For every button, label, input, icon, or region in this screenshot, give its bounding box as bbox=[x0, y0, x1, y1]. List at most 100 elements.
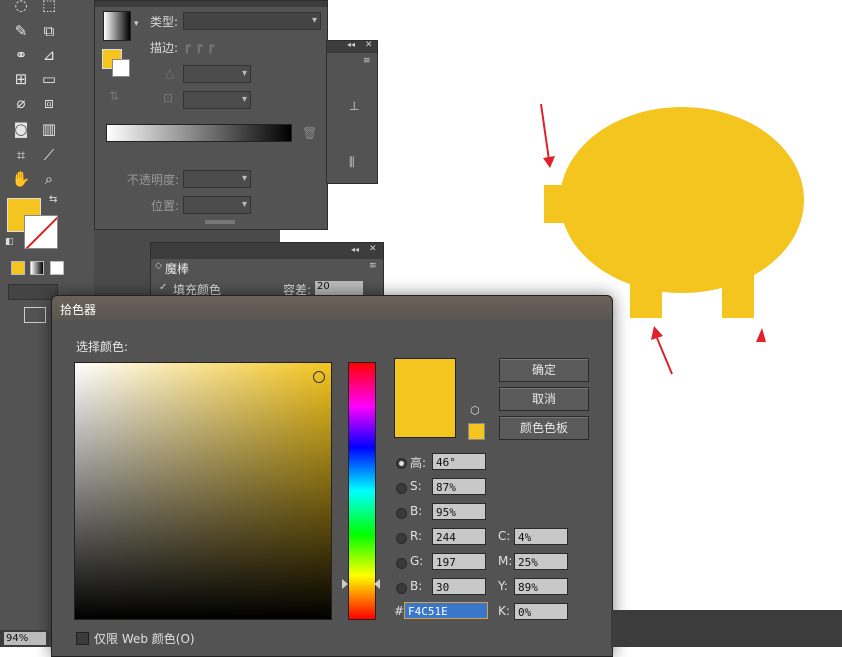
hue-field[interactable]: 46° bbox=[432, 453, 486, 470]
saturation-radio[interactable] bbox=[396, 483, 407, 494]
black-label: K: bbox=[498, 604, 510, 618]
black-field[interactable]: 0% bbox=[514, 603, 568, 620]
free-transform-icon[interactable]: ⧉ bbox=[38, 20, 60, 42]
arrowhead-top bbox=[543, 156, 555, 168]
gradient-tool-icon[interactable]: ▭ bbox=[38, 68, 60, 90]
yellow-label: Y: bbox=[498, 579, 508, 593]
gradient-menu-arrow-icon[interactable]: ▾ bbox=[134, 19, 139, 29]
red-arrow-bottom bbox=[656, 337, 673, 375]
distribute-icon[interactable]: ⫼ bbox=[349, 155, 355, 170]
hex-field[interactable]: F4C51E bbox=[404, 602, 488, 619]
new-color-swatch bbox=[394, 358, 456, 438]
aspect-ratio-select[interactable] bbox=[183, 91, 251, 109]
reverse-gradient-icon[interactable]: ⇅ bbox=[109, 89, 119, 103]
hue-radio[interactable] bbox=[396, 458, 407, 469]
saturation-brightness-field[interactable] bbox=[74, 362, 332, 620]
web-colors-only-label: 仅限 Web 颜色(O) bbox=[94, 632, 195, 646]
pig-body-shape[interactable] bbox=[560, 107, 804, 293]
brightness-field[interactable]: 95% bbox=[432, 503, 486, 520]
panel-menu-icon[interactable]: ≡ bbox=[363, 56, 371, 66]
warp-tool-icon[interactable]: ✎ bbox=[10, 20, 32, 42]
fill-color-checkbox[interactable]: ✓ bbox=[159, 283, 168, 293]
web-colors-only-checkbox[interactable] bbox=[76, 632, 89, 645]
perspective-grid-icon[interactable]: ⊿ bbox=[38, 44, 60, 66]
swap-colors-icon[interactable]: ⇆ bbox=[49, 194, 57, 205]
gradient-panel: ▾ 类型: 描边: ┏┏┏ △ ⇅ ⊡ 🗑 不透明度: 位置: bbox=[94, 0, 328, 230]
gradient-slider[interactable] bbox=[106, 124, 292, 142]
eyedropper-icon[interactable]: ⌀ bbox=[10, 92, 32, 114]
pig-left-leg-shape[interactable] bbox=[630, 270, 662, 318]
screen-mode-icon[interactable] bbox=[24, 307, 46, 323]
red-field[interactable]: 244 bbox=[432, 528, 486, 545]
green-radio[interactable] bbox=[396, 558, 407, 569]
hue-label: 高: bbox=[410, 456, 427, 470]
choose-color-label: 选择颜色: bbox=[76, 340, 129, 354]
yellow-field[interactable]: 89% bbox=[514, 578, 568, 595]
color-mode-icon[interactable] bbox=[11, 261, 25, 275]
delete-stop-icon[interactable]: 🗑 bbox=[302, 126, 317, 140]
hue-slider-right-handle[interactable] bbox=[374, 579, 380, 589]
opacity-select[interactable] bbox=[183, 170, 251, 188]
out-of-gamut-cube-icon[interactable]: ⬡ bbox=[470, 404, 480, 417]
bottom-scroll-bar[interactable] bbox=[611, 610, 842, 647]
hue-slider-left-handle[interactable] bbox=[342, 579, 348, 589]
cancel-button[interactable]: 取消 bbox=[499, 387, 589, 411]
dialog-titlebar[interactable]: 拾色器 bbox=[52, 296, 612, 320]
stroke-color-swatch[interactable] bbox=[24, 215, 58, 249]
close-panel-icon[interactable]: ✕ bbox=[365, 40, 373, 50]
hue-slider[interactable] bbox=[348, 362, 376, 620]
tab-arrow-icon: ◇ bbox=[155, 261, 162, 271]
magic-wand-title: 魔棒 bbox=[165, 262, 190, 276]
angle-select[interactable] bbox=[183, 65, 251, 83]
pig-snout-shape[interactable] bbox=[544, 185, 574, 223]
draw-mode-buttons[interactable] bbox=[8, 284, 58, 300]
shape-builder-icon[interactable]: ⚭ bbox=[10, 44, 32, 66]
gradient-preview-swatch[interactable] bbox=[103, 11, 131, 41]
panel-resize-handle[interactable] bbox=[205, 220, 235, 224]
saturation-label: S: bbox=[410, 479, 422, 493]
brightness-radio[interactable] bbox=[396, 508, 407, 519]
saturation-field[interactable]: 87% bbox=[432, 478, 486, 495]
color-cursor[interactable] bbox=[313, 371, 325, 383]
color-swatches-button[interactable]: 颜色色板 bbox=[499, 416, 589, 440]
artboard-tool-icon[interactable]: ⌗ bbox=[10, 144, 32, 166]
stroke-swatch-small[interactable] bbox=[112, 59, 130, 77]
position-select[interactable] bbox=[183, 196, 251, 214]
graph-tool-icon[interactable]: ▥ bbox=[38, 118, 60, 140]
symbol-sprayer-icon[interactable]: ◙ bbox=[10, 118, 32, 140]
red-radio[interactable] bbox=[396, 533, 407, 544]
scale-tool-icon[interactable]: ⬚ bbox=[38, 0, 60, 16]
lasso-tool-icon[interactable]: ◌ bbox=[10, 0, 32, 16]
stroke-mode-icons[interactable]: ┏┏┏ bbox=[183, 39, 249, 57]
wand-close-icon[interactable]: ✕ bbox=[369, 244, 377, 254]
magic-wand-panel: ◂◂ ✕ ◇ 魔棒 ≡ ✓ 填充颜色 容差: 20 bbox=[150, 242, 384, 297]
hand-tool-icon[interactable]: ✋ bbox=[10, 168, 32, 190]
cyan-field[interactable]: 4% bbox=[514, 528, 568, 545]
zoom-tool-icon[interactable]: ⌕ bbox=[38, 168, 60, 190]
gradient-mode-icon[interactable] bbox=[30, 261, 44, 275]
cyan-label: C: bbox=[498, 529, 511, 543]
hex-label: # bbox=[394, 604, 405, 618]
web-safe-swatch[interactable] bbox=[468, 423, 485, 440]
wand-menu-icon[interactable]: ≡ bbox=[369, 261, 377, 271]
angle-icon: △ bbox=[165, 66, 175, 80]
ok-button[interactable]: 确定 bbox=[499, 358, 589, 382]
none-mode-icon[interactable] bbox=[50, 261, 64, 275]
red-arrow-top bbox=[540, 103, 550, 161]
default-colors-icon[interactable]: ◧ bbox=[5, 237, 14, 247]
green-field[interactable]: 197 bbox=[432, 553, 486, 570]
wand-collapse-icon[interactable]: ◂◂ bbox=[351, 245, 359, 254]
blend-tool-icon[interactable]: ⧈ bbox=[38, 92, 60, 114]
zoom-level[interactable]: 94% bbox=[4, 632, 46, 645]
blue-radio[interactable] bbox=[396, 583, 407, 594]
magenta-field[interactable]: 25% bbox=[514, 553, 568, 570]
mesh-tool-icon[interactable]: ⊞ bbox=[10, 68, 32, 90]
tolerance-input[interactable]: 20 bbox=[315, 281, 363, 295]
magic-wand-tab[interactable]: ◇ 魔棒 bbox=[151, 259, 195, 277]
blue-field[interactable]: 30 bbox=[432, 578, 486, 595]
align-top-icon[interactable]: ⊥ bbox=[349, 99, 359, 113]
slice-tool-icon[interactable]: ⟋ bbox=[38, 144, 60, 166]
gradient-type-select[interactable] bbox=[183, 12, 321, 30]
pig-right-leg-shape[interactable] bbox=[722, 270, 754, 318]
collapse-icon[interactable]: ◂◂ bbox=[347, 40, 355, 49]
